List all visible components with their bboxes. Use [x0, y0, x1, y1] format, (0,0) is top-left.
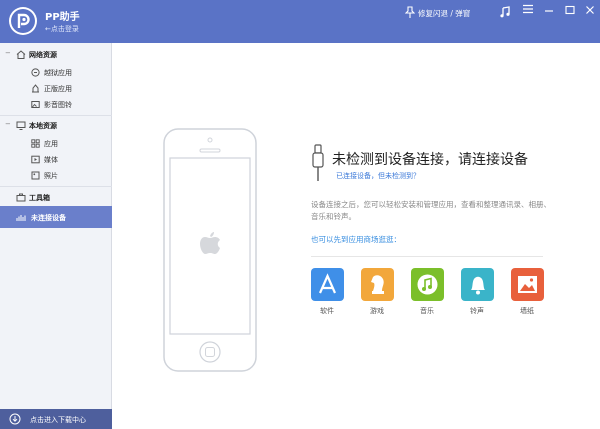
menu-button[interactable] [521, 3, 535, 17]
sidebar-item-media-ringtones[interactable]: 影音图铃 [0, 96, 112, 112]
sidebar-divider [0, 186, 112, 187]
sidebar-item-jailbreak-apps[interactable]: 越狱应用 [0, 64, 112, 80]
pp-assistant-window: PP助手 ←点击登录 修复闪退 / 弹窗 − 网络资源 越狱应用 正版应用 影音… [0, 0, 600, 429]
store-shortcut-games[interactable]: 游戏 [360, 268, 394, 316]
apps-grid-icon [31, 139, 40, 148]
sidebar-item-photos[interactable]: 照片 [0, 167, 112, 183]
shortcut-label: 游戏 [370, 307, 384, 315]
store-shortcut-software[interactable]: 软件 [310, 268, 344, 316]
iphone-illustration-icon [163, 128, 257, 372]
maximize-icon [565, 5, 575, 15]
monitor-icon [16, 121, 26, 130]
main-content: 未检测到设备连接，请连接设备 已连接设备，但未检测到？ 设备连接之后，您可以轻松… [112, 43, 600, 429]
connection-description: 设备连接之后，您可以轻松安装和管理应用，查看和整理通讯录、相册、音乐和铃声。 [311, 200, 551, 221]
sidebar-item-label: 媒体 [44, 156, 58, 164]
sidebar-item-genuine-apps[interactable]: 正版应用 [0, 80, 112, 96]
sidebar-item-label: 越狱应用 [44, 69, 72, 77]
app-store-icon [310, 268, 344, 301]
sidebar-item-apps[interactable]: 应用 [0, 135, 112, 151]
shortcut-label: 墙纸 [520, 307, 534, 315]
genuine-app-icon [32, 84, 39, 93]
sidebar-item-toolbox[interactable]: 工具箱 [0, 189, 112, 205]
minimize-icon [545, 10, 553, 12]
sidebar-item-media[interactable]: 媒体 [0, 151, 112, 167]
download-icon [9, 413, 21, 425]
shortcut-label: 软件 [320, 307, 334, 315]
store-shortcut-wallpaper[interactable]: 墙纸 [510, 268, 544, 316]
sidebar-divider [0, 115, 112, 116]
sidebar-section-label: 网络资源 [29, 51, 57, 59]
title-bar: PP助手 ←点击登录 修复闪退 / 弹窗 [0, 0, 600, 43]
minimize-button[interactable] [542, 4, 556, 18]
media-film-icon [31, 155, 40, 164]
usb-cable-icon [312, 144, 324, 181]
jailbreak-app-icon [31, 68, 40, 77]
sidebar-item-label: 应用 [44, 140, 58, 148]
store-prompt-link[interactable]: 也可以先到应用商场逛逛： [311, 234, 401, 245]
chess-knight-icon [360, 268, 394, 301]
phone-signal-icon [16, 215, 26, 221]
connected-not-detected-link[interactable]: 已连接设备，但未检测到？ [336, 171, 420, 181]
bell-icon [460, 268, 494, 301]
sidebar-item-label: 正版应用 [44, 85, 72, 93]
media-image-icon [31, 101, 40, 108]
music-disc-icon [410, 268, 444, 301]
maximize-button[interactable] [563, 4, 577, 18]
sidebar-item-label: 未连接设备 [31, 214, 66, 222]
no-device-headline: 未检测到设备连接，请连接设备 [332, 152, 528, 168]
sidebar-item-no-device[interactable]: 未连接设备 [0, 206, 112, 228]
app-title: PP助手 [45, 12, 80, 23]
music-note-icon[interactable] [500, 6, 510, 18]
pp-logo-icon [9, 7, 37, 35]
home-icon [16, 50, 26, 59]
close-button[interactable] [583, 4, 597, 18]
sidebar: − 网络资源 越狱应用 正版应用 影音图铃 − 本地资源 应用 媒体 照片 工具… [0, 43, 112, 429]
login-link[interactable]: ←点击登录 [45, 24, 79, 34]
sidebar-section-label: 本地资源 [29, 122, 57, 130]
download-center-button[interactable]: 点击进入下载中心 [0, 409, 112, 429]
pin-icon [405, 6, 415, 18]
store-shortcut-ringtones[interactable]: 铃声 [460, 268, 494, 316]
menu-icon [523, 4, 533, 14]
store-shortcut-music[interactable]: 音乐 [410, 268, 444, 316]
sidebar-item-label: 照片 [44, 172, 58, 180]
fix-flash-link[interactable]: 修复闪退 / 弹窗 [418, 8, 470, 19]
download-center-label: 点击进入下载中心 [30, 416, 86, 424]
content-divider [311, 256, 543, 257]
wallpaper-picture-icon [510, 268, 544, 301]
shortcut-label: 铃声 [470, 307, 484, 315]
collapse-arrow-icon[interactable]: − [5, 49, 11, 57]
toolbox-icon [16, 193, 26, 202]
sidebar-item-label: 工具箱 [29, 194, 50, 202]
sidebar-section-network[interactable]: − 网络资源 [0, 46, 112, 62]
sidebar-item-label: 影音图铃 [44, 101, 72, 109]
collapse-arrow-icon[interactable]: − [5, 120, 11, 128]
shortcut-label: 音乐 [420, 307, 434, 315]
sidebar-section-local[interactable]: − 本地资源 [0, 117, 112, 133]
photo-icon [31, 171, 40, 180]
close-icon [586, 6, 594, 14]
